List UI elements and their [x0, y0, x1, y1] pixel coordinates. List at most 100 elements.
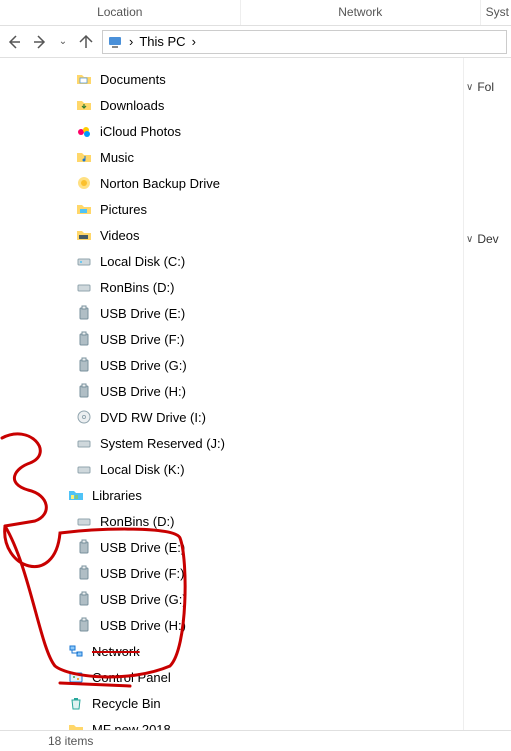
tree-item-label: RonBins (D:) — [100, 280, 174, 295]
tree-item-label: USB Drive (E:) — [100, 540, 185, 555]
chevron-down-icon: ∨ — [466, 82, 473, 93]
tree-item[interactable]: USB Drive (G:) — [0, 586, 463, 612]
forward-button[interactable] — [30, 32, 50, 52]
recent-locations-button[interactable]: ⌄ — [56, 32, 70, 52]
tree-item[interactable]: RonBins (D:) — [0, 274, 463, 300]
tree-item-label: Norton Backup Drive — [100, 176, 220, 191]
tree-item-label: USB Drive (G:) — [100, 358, 187, 373]
this-pc-icon — [107, 34, 123, 50]
chevron-down-icon: ∨ — [466, 234, 473, 245]
usb-icon — [76, 305, 92, 321]
group-label: Fol — [477, 80, 494, 94]
norton-icon — [76, 175, 92, 191]
tree-item[interactable]: Norton Backup Drive — [0, 170, 463, 196]
tree-item-label: USB Drive (H:) — [100, 384, 186, 399]
tree-item[interactable]: USB Drive (G:) — [0, 352, 463, 378]
disk-icon — [76, 279, 92, 295]
tree-item-label: Local Disk (K:) — [100, 462, 185, 477]
breadcrumb-sep: › — [129, 34, 133, 49]
tree-item-label: RonBins (D:) — [100, 514, 174, 529]
group-label: Dev — [477, 232, 498, 246]
tree-item-label: Local Disk (C:) — [100, 254, 185, 269]
nav-toolbar: ⌄ › This PC › — [0, 26, 511, 58]
tree-item-label: MF new 2018 — [92, 722, 171, 731]
tree-item[interactable]: USB Drive (F:) — [0, 326, 463, 352]
breadcrumb-sep: › — [192, 34, 196, 49]
tree-item-label: USB Drive (H:) — [100, 618, 186, 633]
tree-item-label: Network — [92, 644, 140, 659]
tree-item-label: USB Drive (E:) — [100, 306, 185, 321]
tree-item-label: USB Drive (G:) — [100, 592, 187, 607]
dvd-icon — [76, 409, 92, 425]
tree-item-label: DVD RW Drive (I:) — [100, 410, 206, 425]
address-bar[interactable]: › This PC › — [102, 30, 507, 54]
tab-location[interactable]: Location — [0, 0, 241, 25]
disk-icon — [76, 435, 92, 451]
network-icon — [68, 643, 84, 659]
tree-item-label: Documents — [100, 72, 166, 87]
tree-item[interactable]: Local Disk (C:) — [0, 248, 463, 274]
folder-dl-icon — [76, 97, 92, 113]
tree-item[interactable]: iCloud Photos — [0, 118, 463, 144]
usb-icon — [76, 357, 92, 373]
tree-item-label: Pictures — [100, 202, 147, 217]
icloud-icon — [76, 123, 92, 139]
tab-network[interactable]: Network — [241, 0, 482, 25]
disk-icon — [76, 513, 92, 529]
tree-item[interactable]: System Reserved (J:) — [0, 430, 463, 456]
usb-icon — [76, 591, 92, 607]
folder-docs-icon — [76, 71, 92, 87]
tree-item[interactable]: Videos — [0, 222, 463, 248]
control-icon — [68, 669, 84, 685]
group-devices[interactable]: ∨ Dev — [464, 228, 511, 250]
tree-item[interactable]: USB Drive (F:) — [0, 560, 463, 586]
tree-item-label: USB Drive (F:) — [100, 566, 185, 581]
tree-item-label: Recycle Bin — [92, 696, 161, 711]
up-button[interactable] — [76, 32, 96, 52]
tree-item-label: Libraries — [92, 488, 142, 503]
tree-item-label: Videos — [100, 228, 140, 243]
tab-system[interactable]: Syst — [481, 0, 511, 25]
folder-video-icon — [76, 227, 92, 243]
folder-pics-icon — [76, 201, 92, 217]
back-button[interactable] — [4, 32, 24, 52]
tree-item-label: iCloud Photos — [100, 124, 181, 139]
libraries-icon — [68, 487, 84, 503]
disk-local-icon — [76, 253, 92, 269]
disk-icon — [76, 461, 92, 477]
tree-item[interactable]: Music — [0, 144, 463, 170]
tree-item[interactable]: MF new 2018 — [0, 716, 463, 730]
usb-icon — [76, 617, 92, 633]
usb-icon — [76, 539, 92, 555]
tree-item-label: Music — [100, 150, 134, 165]
tree-item[interactable]: USB Drive (H:) — [0, 612, 463, 638]
status-bar: 18 items — [0, 730, 511, 750]
usb-icon — [76, 383, 92, 399]
tree-item-label: Control Panel — [92, 670, 171, 685]
tree-item[interactable]: USB Drive (E:) — [0, 534, 463, 560]
tree-item[interactable]: RonBins (D:) — [0, 508, 463, 534]
tree-item[interactable]: Control Panel — [0, 664, 463, 690]
tree-item[interactable]: DVD RW Drive (I:) — [0, 404, 463, 430]
tree-item[interactable]: USB Drive (E:) — [0, 300, 463, 326]
tree-item-label: Downloads — [100, 98, 164, 113]
tree-item-label: USB Drive (F:) — [100, 332, 185, 347]
folder-music-icon — [76, 149, 92, 165]
tree-item[interactable]: Libraries — [0, 482, 463, 508]
usb-icon — [76, 565, 92, 581]
tree-item-label: System Reserved (J:) — [100, 436, 225, 451]
item-count: 18 items — [48, 734, 93, 748]
details-pane: ∨ Fol ∨ Dev — [463, 58, 511, 730]
tree-item[interactable]: Downloads — [0, 92, 463, 118]
tree-item[interactable]: Pictures — [0, 196, 463, 222]
tree-item[interactable]: USB Drive (H:) — [0, 378, 463, 404]
tree-item[interactable]: Network — [0, 638, 463, 664]
tree-item[interactable]: Recycle Bin — [0, 690, 463, 716]
usb-icon — [76, 331, 92, 347]
tree-item[interactable]: Local Disk (K:) — [0, 456, 463, 482]
tree-item[interactable]: Documents — [0, 66, 463, 92]
breadcrumb-this-pc[interactable]: This PC — [139, 34, 185, 49]
group-folders[interactable]: ∨ Fol — [464, 76, 511, 98]
navigation-tree[interactable]: Documents Downloads iCloud Photos Music Nort… — [0, 58, 463, 730]
recycle-icon — [68, 695, 84, 711]
